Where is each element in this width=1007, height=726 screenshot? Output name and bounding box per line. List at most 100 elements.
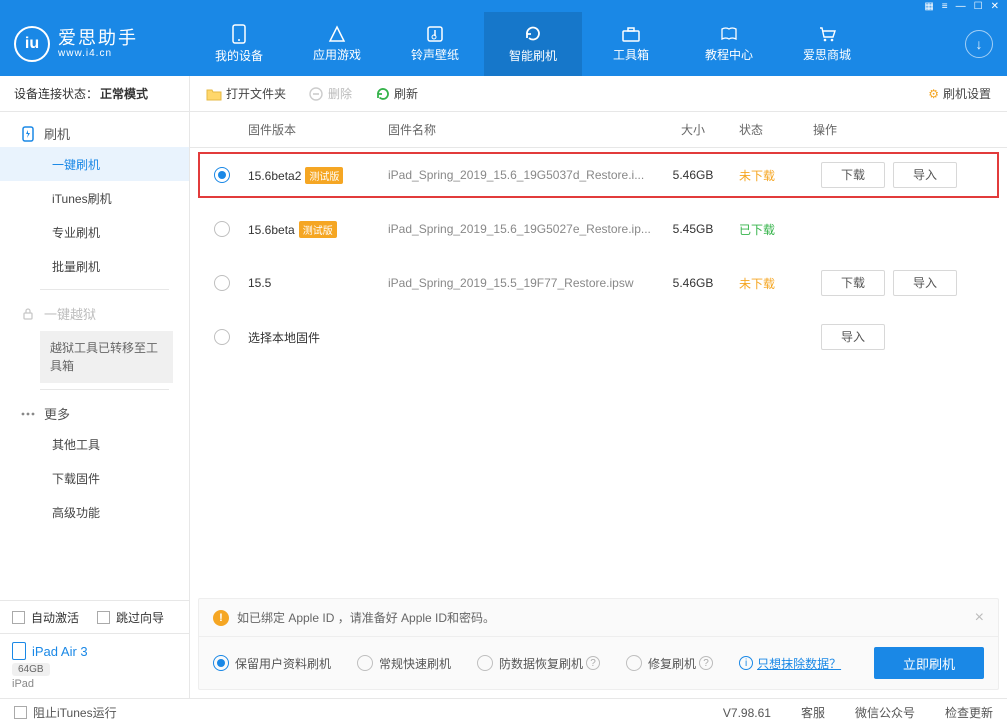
sidebar-group-flash[interactable]: 刷机 bbox=[0, 116, 189, 147]
app-name: 爱思助手 bbox=[58, 29, 138, 49]
sidebar-item-oneclick-flash[interactable]: 一键刷机 bbox=[0, 147, 189, 181]
opt-keep-data[interactable]: 保留用户资料刷机 bbox=[213, 655, 331, 672]
warning-icon: ! bbox=[213, 610, 229, 626]
lock-icon bbox=[20, 306, 36, 322]
refresh-button[interactable]: 刷新 bbox=[374, 85, 418, 102]
erase-link-wrap: i 只想抹除数据？ bbox=[739, 655, 841, 672]
start-flash-button[interactable]: 立即刷机 bbox=[874, 647, 984, 679]
firmware-size: 5.46GB bbox=[653, 168, 733, 182]
table-row[interactable]: 15.5iPad_Spring_2019_15.5_19F77_Restore.… bbox=[190, 256, 1007, 310]
nav-my-device[interactable]: 我的设备 bbox=[190, 12, 288, 76]
action-cell: 导入 bbox=[813, 324, 983, 350]
main-panel: 打开文件夹 删除 刷新 ⚙ 刷机设置 固件版本 固件名称 大小 状态 操作 15… bbox=[190, 76, 1007, 698]
book-icon bbox=[719, 25, 739, 43]
th-action: 操作 bbox=[813, 121, 983, 138]
import-button[interactable]: 导入 bbox=[893, 162, 957, 188]
top-nav: 我的设备 应用游戏 铃声壁纸 智能刷机 工具箱 教程中心 爱思商城 bbox=[190, 12, 955, 76]
divider bbox=[40, 289, 169, 290]
open-folder-button[interactable]: 打开文件夹 bbox=[206, 85, 286, 102]
select-radio[interactable] bbox=[214, 167, 230, 183]
sys-maximize-icon[interactable]: ☐ bbox=[974, 1, 983, 12]
info-icon: i bbox=[739, 656, 753, 670]
opt-antirecovery[interactable]: 防数据恢复刷机? bbox=[477, 655, 600, 672]
sidebar-group-jailbreak: 一键越狱 bbox=[0, 296, 189, 327]
app-header: iu 爱思助手 www.i4.cn 我的设备 应用游戏 铃声壁纸 智能刷机 工具… bbox=[0, 12, 1007, 76]
status-bar: 阻止iTunes运行 V7.98.61 客服 微信公众号 检查更新 bbox=[0, 698, 1007, 726]
block-itunes-checkbox[interactable] bbox=[14, 706, 27, 719]
nav-smart-flash[interactable]: 智能刷机 bbox=[484, 12, 582, 76]
folder-icon bbox=[206, 86, 222, 102]
nav-store[interactable]: 爱思商城 bbox=[778, 12, 876, 76]
opt-normal[interactable]: 常规快速刷机 bbox=[357, 655, 451, 672]
footer-kefu[interactable]: 客服 bbox=[801, 704, 825, 721]
firmware-version: 15.6beta bbox=[248, 223, 295, 237]
beta-badge: 测试版 bbox=[299, 221, 337, 238]
action-cell: 下载导入 bbox=[813, 162, 983, 188]
toolbar: 打开文件夹 删除 刷新 ⚙ 刷机设置 bbox=[190, 76, 1007, 112]
download-button[interactable]: 下载 bbox=[821, 162, 885, 188]
sidebar-item-other-tools[interactable]: 其他工具 bbox=[0, 427, 189, 461]
device-name: iPad Air 3 bbox=[32, 644, 88, 659]
app-url: www.i4.cn bbox=[58, 48, 138, 59]
firmware-size: 5.46GB bbox=[653, 276, 733, 290]
firmware-status: 已下载 bbox=[733, 221, 813, 238]
select-radio[interactable] bbox=[214, 329, 230, 345]
table-body: 15.6beta2测试版iPad_Spring_2019_15.6_19G503… bbox=[190, 148, 1007, 364]
import-button[interactable]: 导入 bbox=[893, 270, 957, 296]
more-icon bbox=[20, 406, 36, 422]
sidebar: 设备连接状态：正常模式 刷机 一键刷机 iTunes刷机 专业刷机 批量刷机 一… bbox=[0, 76, 190, 698]
divider bbox=[40, 389, 169, 390]
footer-update[interactable]: 检查更新 bbox=[945, 704, 993, 721]
select-radio[interactable] bbox=[214, 275, 230, 291]
nav-apps-games[interactable]: 应用游戏 bbox=[288, 12, 386, 76]
firmware-size: 5.45GB bbox=[653, 222, 733, 236]
auto-activate-row: 自动激活 跳过向导 bbox=[0, 601, 189, 633]
table-row[interactable]: 选择本地固件导入 bbox=[190, 310, 1007, 364]
th-version: 固件版本 bbox=[248, 121, 388, 138]
download-button[interactable]: 下载 bbox=[821, 270, 885, 296]
warning-text: 如已绑定 Apple ID ，请准备好 Apple ID和密码。 bbox=[237, 609, 495, 626]
sys-menu-icon[interactable]: ≡ bbox=[942, 1, 948, 12]
sys-minimize-icon[interactable]: — bbox=[956, 1, 966, 12]
help-icon[interactable]: ? bbox=[699, 656, 713, 670]
sidebar-item-itunes-flash[interactable]: iTunes刷机 bbox=[0, 181, 189, 215]
music-icon bbox=[426, 25, 444, 43]
th-status: 状态 bbox=[733, 121, 813, 138]
sidebar-item-advanced[interactable]: 高级功能 bbox=[0, 495, 189, 529]
sidebar-group-more[interactable]: 更多 bbox=[0, 396, 189, 427]
table-row[interactable]: 15.6beta2测试版iPad_Spring_2019_15.6_19G503… bbox=[198, 152, 999, 198]
flash-icon bbox=[20, 126, 36, 142]
sidebar-item-download-firmware[interactable]: 下载固件 bbox=[0, 461, 189, 495]
skip-guide-checkbox[interactable] bbox=[97, 611, 110, 624]
select-radio[interactable] bbox=[214, 221, 230, 237]
apps-icon bbox=[327, 25, 347, 43]
delete-button[interactable]: 删除 bbox=[308, 85, 352, 102]
help-icon[interactable]: ? bbox=[586, 656, 600, 670]
downloads-button[interactable]: ↓ bbox=[965, 30, 993, 58]
sys-grid-icon[interactable]: ▦ bbox=[924, 1, 933, 12]
warning-close-icon[interactable]: × bbox=[975, 609, 984, 627]
delete-icon bbox=[308, 86, 324, 102]
warning-bar: ! 如已绑定 Apple ID ，请准备好 Apple ID和密码。 × bbox=[199, 599, 998, 637]
opt-repair[interactable]: 修复刷机? bbox=[626, 655, 713, 672]
version-label: V7.98.61 bbox=[723, 706, 771, 720]
nav-ringtones[interactable]: 铃声壁纸 bbox=[386, 12, 484, 76]
nav-tutorials[interactable]: 教程中心 bbox=[680, 12, 778, 76]
flash-settings-button[interactable]: ⚙ 刷机设置 bbox=[928, 85, 991, 102]
import-button[interactable]: 导入 bbox=[821, 324, 885, 350]
device-block[interactable]: iPad Air 3 64GB iPad bbox=[0, 633, 189, 698]
footer-wechat[interactable]: 微信公众号 bbox=[855, 704, 915, 721]
auto-activate-checkbox[interactable] bbox=[12, 611, 25, 624]
system-titlebar: ▦ ≡ — ☐ ✕ bbox=[0, 0, 1007, 12]
firmware-version: 15.5 bbox=[248, 276, 271, 290]
firmware-name: iPad_Spring_2019_15.6_19G5037d_Restore.i… bbox=[388, 168, 653, 182]
nav-toolbox[interactable]: 工具箱 bbox=[582, 12, 680, 76]
sidebar-item-batch-flash[interactable]: 批量刷机 bbox=[0, 249, 189, 283]
action-cell: 下载导入 bbox=[813, 270, 983, 296]
erase-data-link[interactable]: 只想抹除数据？ bbox=[757, 655, 841, 672]
logo-icon: iu bbox=[14, 26, 50, 62]
table-row[interactable]: 15.6beta测试版iPad_Spring_2019_15.6_19G5027… bbox=[190, 202, 1007, 256]
beta-badge: 测试版 bbox=[305, 167, 343, 184]
sys-close-icon[interactable]: ✕ bbox=[991, 1, 999, 12]
sidebar-item-pro-flash[interactable]: 专业刷机 bbox=[0, 215, 189, 249]
